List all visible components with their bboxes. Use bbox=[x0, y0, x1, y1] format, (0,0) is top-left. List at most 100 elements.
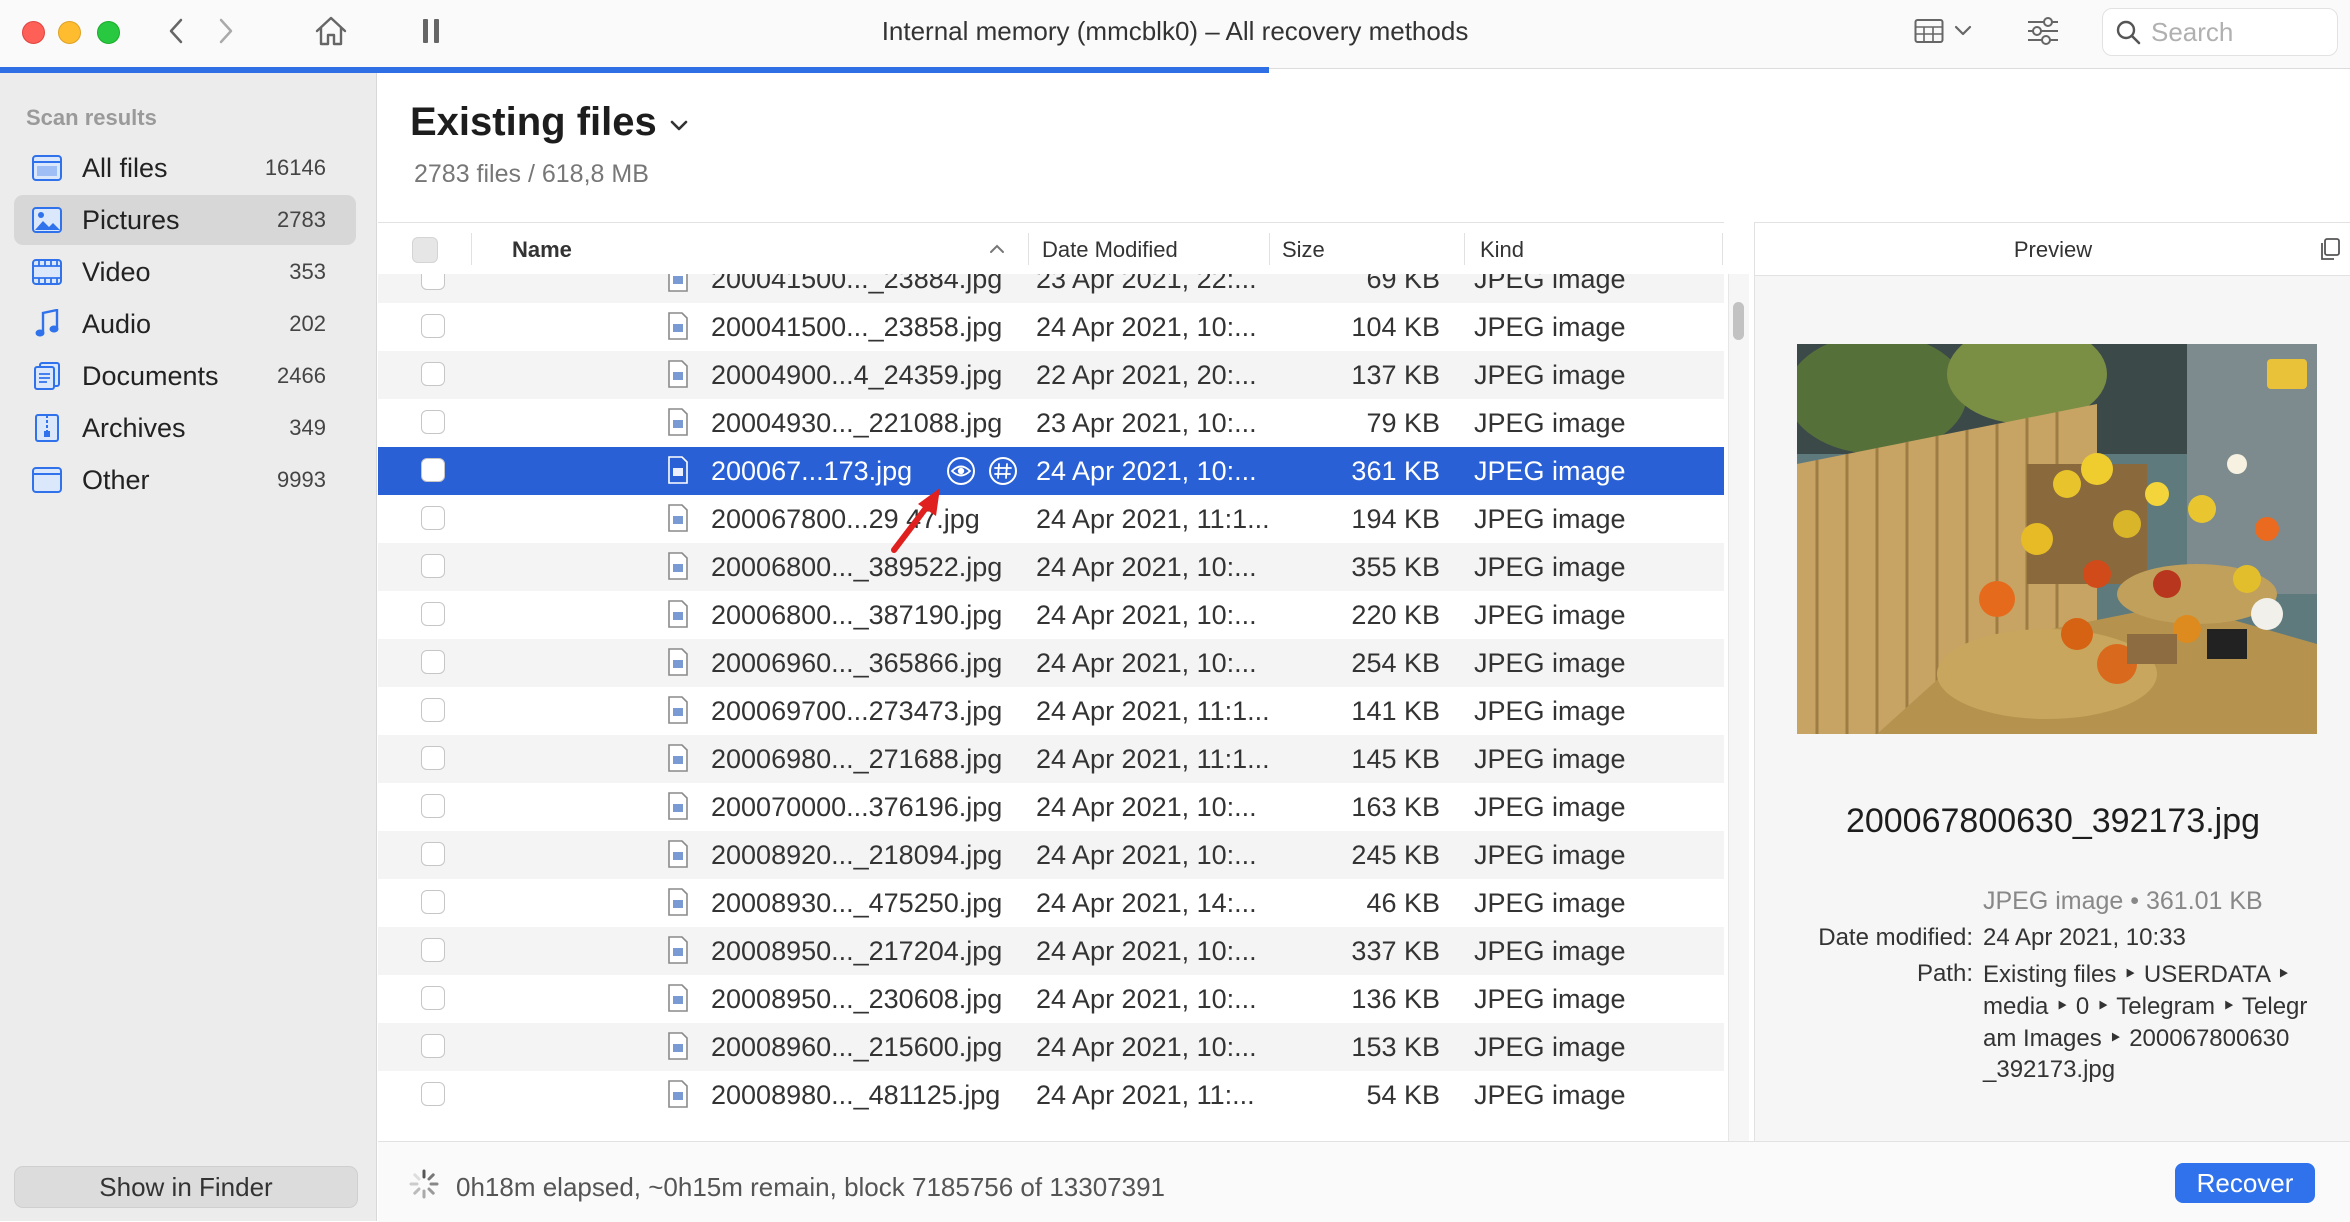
row-checkbox[interactable] bbox=[421, 986, 445, 1010]
sidebar-item-count: 9993 bbox=[277, 467, 326, 492]
table-row[interactable]: 200041500..._23884.jpg 23 Apr 2021, 22:..… bbox=[378, 274, 1724, 303]
row-checkbox[interactable] bbox=[421, 698, 445, 722]
file-size: 355 KB bbox=[1351, 552, 1440, 582]
column-separator bbox=[1028, 233, 1029, 265]
forward-button[interactable] bbox=[210, 14, 242, 48]
recover-button[interactable]: Recover bbox=[2175, 1163, 2315, 1203]
table-row[interactable]: 20008930..._475250.jpg 24 Apr 2021, 14:..… bbox=[378, 879, 1724, 927]
table-row[interactable]: 20006980..._271688.jpg 24 Apr 2021, 11:1.… bbox=[378, 735, 1724, 783]
jpeg-file-icon bbox=[668, 648, 688, 676]
search-field[interactable] bbox=[2102, 8, 2338, 56]
file-size: 337 KB bbox=[1351, 936, 1440, 966]
sidebar-item-pictures[interactable]: Pictures 2783 bbox=[14, 195, 356, 245]
file-date: 24 Apr 2021, 11:... bbox=[1036, 1080, 1255, 1110]
filter-settings-button[interactable] bbox=[2024, 12, 2062, 50]
file-size: 153 KB bbox=[1351, 1032, 1440, 1062]
row-checkbox[interactable] bbox=[421, 602, 445, 626]
row-checkbox[interactable] bbox=[421, 506, 445, 530]
file-kind: JPEG image bbox=[1474, 504, 1626, 534]
jpeg-file-icon bbox=[668, 456, 688, 484]
scrollbar-thumb[interactable] bbox=[1733, 302, 1744, 340]
table-row[interactable]: 20008980..._481125.jpg 24 Apr 2021, 11:..… bbox=[378, 1071, 1724, 1119]
file-date: 22 Apr 2021, 20:... bbox=[1036, 360, 1257, 390]
sidebar-item-archives[interactable]: Archives 349 bbox=[14, 403, 356, 453]
table-row[interactable]: 20006960..._365866.jpg 24 Apr 2021, 10:..… bbox=[378, 639, 1724, 687]
sidebar-item-other[interactable]: Other 9993 bbox=[14, 455, 356, 505]
jpeg-file-icon bbox=[668, 888, 688, 916]
table-row[interactable]: 200067...173.jpg 24 Apr 2021, 10:... 361 K… bbox=[378, 447, 1724, 495]
hex-view-icon[interactable] bbox=[988, 456, 1018, 486]
sidebar-item-documents[interactable]: Documents 2466 bbox=[14, 351, 356, 401]
table-row[interactable]: 20006800..._389522.jpg 24 Apr 2021, 10:..… bbox=[378, 543, 1724, 591]
table-row[interactable]: 20008950..._230608.jpg 24 Apr 2021, 10:..… bbox=[378, 975, 1724, 1023]
row-checkbox[interactable] bbox=[421, 1082, 445, 1106]
minimize-window-button[interactable] bbox=[58, 21, 81, 44]
row-checkbox[interactable] bbox=[421, 554, 445, 578]
table-row[interactable]: 20004900...4_24359.jpg 22 Apr 2021, 20:..… bbox=[378, 351, 1724, 399]
table-row[interactable]: 20008920..._218094.jpg 24 Apr 2021, 10:..… bbox=[378, 831, 1724, 879]
row-checkbox[interactable] bbox=[421, 274, 445, 290]
scan-status-text: 0h18m elapsed, ~0h15m remain, block 7185… bbox=[456, 1172, 1166, 1202]
row-checkbox[interactable] bbox=[421, 458, 445, 482]
file-kind: JPEG image bbox=[1474, 696, 1626, 726]
sidebar-item-all-files[interactable]: All files 16146 bbox=[14, 143, 356, 193]
file-date: 23 Apr 2021, 22:... bbox=[1036, 274, 1257, 294]
row-checkbox[interactable] bbox=[421, 650, 445, 674]
zoom-window-button[interactable] bbox=[97, 21, 120, 44]
row-checkbox[interactable] bbox=[421, 794, 445, 818]
table-row[interactable]: 20004930..._221088.jpg 23 Apr 2021, 10:..… bbox=[378, 399, 1724, 447]
row-checkbox[interactable] bbox=[421, 362, 445, 386]
back-button[interactable] bbox=[160, 14, 192, 48]
jpeg-file-icon bbox=[668, 696, 688, 724]
file-name: 20008950..._230608.jpg bbox=[711, 984, 1003, 1014]
file-size: 54 KB bbox=[1366, 1080, 1440, 1110]
jpeg-file-icon bbox=[668, 408, 688, 436]
file-date: 24 Apr 2021, 10:... bbox=[1036, 552, 1257, 582]
file-date: 24 Apr 2021, 10:... bbox=[1036, 456, 1257, 486]
home-icon bbox=[315, 16, 347, 46]
preview-image bbox=[1797, 344, 2317, 734]
file-kind: JPEG image bbox=[1474, 1080, 1626, 1110]
file-date: 23 Apr 2021, 10:... bbox=[1036, 408, 1257, 438]
column-date-header[interactable]: Date Modified bbox=[1042, 237, 1178, 263]
row-checkbox[interactable] bbox=[421, 1034, 445, 1058]
pause-scan-button[interactable] bbox=[416, 14, 446, 48]
sidebar-item-audio[interactable]: Audio 202 bbox=[14, 299, 356, 349]
file-name: 20006960..._365866.jpg bbox=[711, 648, 1003, 678]
open-in-window-icon[interactable] bbox=[2319, 237, 2341, 261]
row-checkbox[interactable] bbox=[421, 410, 445, 434]
path-line: Existing files ‣ USERDATA ‣ bbox=[1983, 961, 2291, 988]
table-row[interactable]: 20006800..._387190.jpg 24 Apr 2021, 10:..… bbox=[378, 591, 1724, 639]
show-in-finder-button[interactable]: Show in Finder bbox=[14, 1166, 358, 1208]
table-row[interactable]: 200069700...273473.jpg 24 Apr 2021, 11:1.… bbox=[378, 687, 1724, 735]
column-name-header[interactable]: Name bbox=[512, 237, 572, 263]
row-checkbox[interactable] bbox=[421, 938, 445, 962]
sidebar-item-video[interactable]: Video 353 bbox=[14, 247, 356, 297]
table-row[interactable]: 200067800...29 47.jpg 24 Apr 2021, 11:1..… bbox=[378, 495, 1724, 543]
file-date: 24 Apr 2021, 11:1... bbox=[1036, 744, 1270, 774]
file-name: 20006980..._271688.jpg bbox=[711, 744, 1003, 774]
page-title-dropdown[interactable]: Existing files bbox=[410, 100, 689, 145]
file-table-body: 200041500..._23884.jpg 23 Apr 2021, 22:..… bbox=[378, 274, 1724, 1141]
table-row[interactable]: 200041500..._23858.jpg 24 Apr 2021, 10:..… bbox=[378, 303, 1724, 351]
table-row[interactable]: 20008960..._215600.jpg 24 Apr 2021, 10:..… bbox=[378, 1023, 1724, 1071]
view-mode-button[interactable] bbox=[1908, 14, 1978, 48]
column-kind-header[interactable]: Kind bbox=[1480, 237, 1524, 263]
row-checkbox[interactable] bbox=[421, 746, 445, 770]
column-separator bbox=[1722, 233, 1723, 265]
search-input[interactable] bbox=[2149, 15, 2323, 49]
select-all-checkbox[interactable] bbox=[412, 237, 438, 263]
row-checkbox[interactable] bbox=[421, 314, 445, 338]
title-bar: Internal memory (mmcblk0) – All recovery… bbox=[0, 0, 2350, 69]
row-checkbox[interactable] bbox=[421, 842, 445, 866]
close-window-button[interactable] bbox=[22, 21, 45, 44]
search-icon bbox=[2116, 20, 2141, 45]
file-kind: JPEG image bbox=[1474, 552, 1626, 582]
table-row[interactable]: 20008950..._217204.jpg 24 Apr 2021, 10:..… bbox=[378, 927, 1724, 975]
home-button[interactable] bbox=[312, 12, 350, 50]
jpeg-file-icon bbox=[668, 744, 688, 772]
row-checkbox[interactable] bbox=[421, 890, 445, 914]
table-row[interactable]: 200070000...376196.jpg 24 Apr 2021, 10:..… bbox=[378, 783, 1724, 831]
file-table-scrollbar[interactable] bbox=[1728, 274, 1749, 1141]
column-size-header[interactable]: Size bbox=[1282, 237, 1325, 263]
